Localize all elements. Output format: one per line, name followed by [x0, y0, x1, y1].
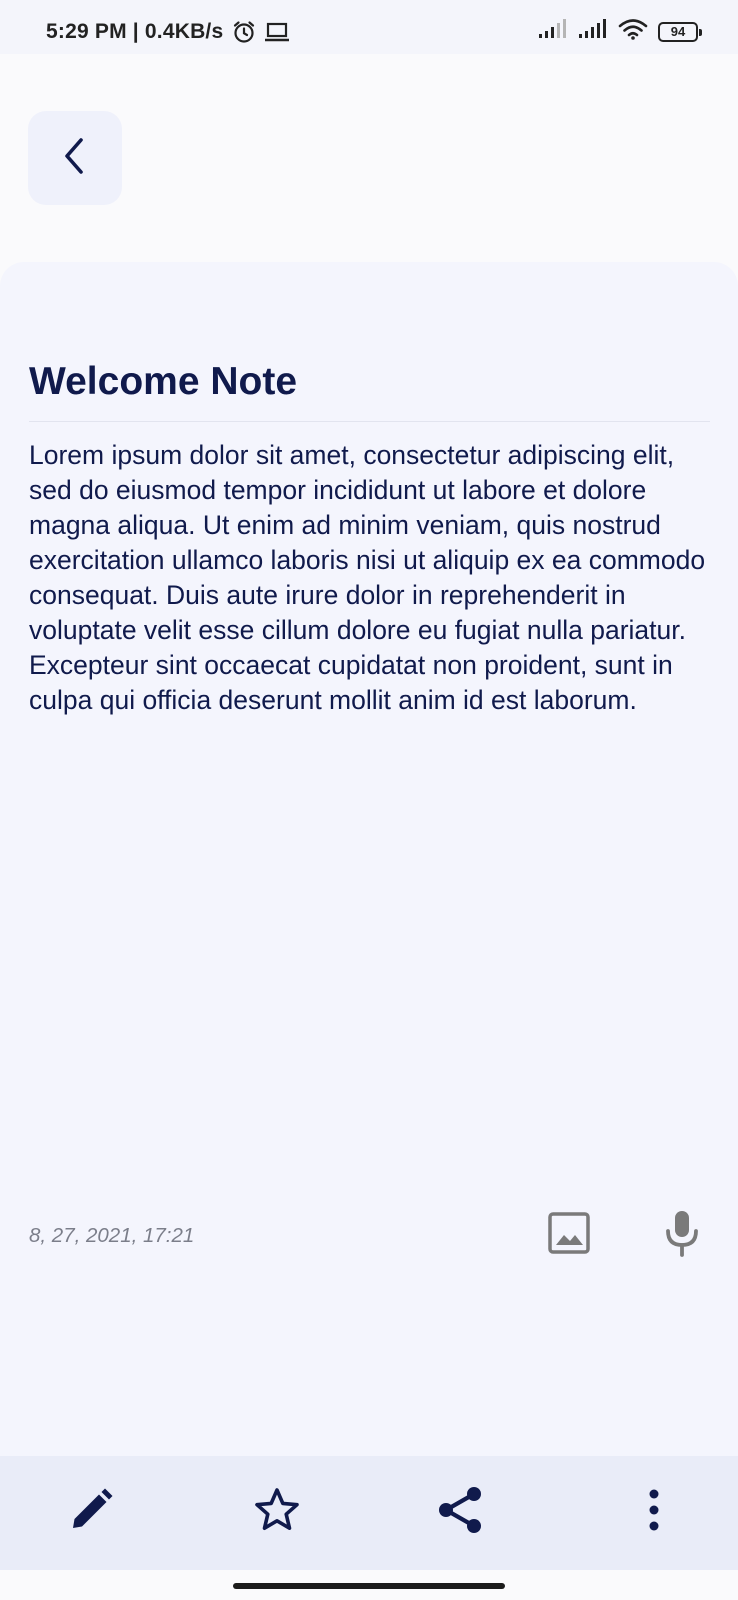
note-body[interactable]: Lorem ipsum dolor sit amet, consectetur … — [29, 438, 713, 718]
note-date: 8, 27, 2021, 17:21 — [29, 1224, 195, 1247]
star-icon — [253, 1486, 301, 1539]
bottom-toolbar — [0, 1456, 738, 1570]
chevron-left-icon — [61, 136, 89, 181]
more-options-button[interactable] — [614, 1472, 694, 1552]
edit-button[interactable] — [51, 1472, 131, 1552]
signal-icon — [538, 18, 568, 45]
laptop-icon — [264, 20, 290, 49]
title-divider — [29, 421, 710, 422]
battery-level: 94 — [670, 24, 686, 39]
wifi-icon — [618, 18, 648, 45]
status-icons-left — [232, 20, 290, 49]
image-icon — [547, 1211, 591, 1260]
share-button[interactable] — [421, 1472, 501, 1552]
battery-icon: 94 — [658, 21, 702, 42]
share-icon — [436, 1485, 486, 1540]
pencil-icon — [67, 1486, 115, 1539]
home-indicator[interactable] — [233, 1583, 505, 1589]
back-button[interactable] — [28, 111, 122, 205]
status-time: 5:29 PM | 0.4KB/s — [46, 20, 224, 43]
status-icons-right: 94 — [538, 18, 702, 45]
voice-input-button[interactable] — [657, 1210, 707, 1260]
microphone-icon — [664, 1209, 700, 1262]
note-title[interactable]: Welcome Note — [29, 360, 297, 404]
status-bar: 5:29 PM | 0.4KB/s 94 — [0, 0, 738, 54]
add-image-button[interactable] — [544, 1210, 594, 1260]
more-vertical-icon — [644, 1487, 664, 1538]
favorite-button[interactable] — [237, 1472, 317, 1552]
signal-icon — [578, 18, 608, 45]
alarm-icon — [232, 20, 256, 49]
